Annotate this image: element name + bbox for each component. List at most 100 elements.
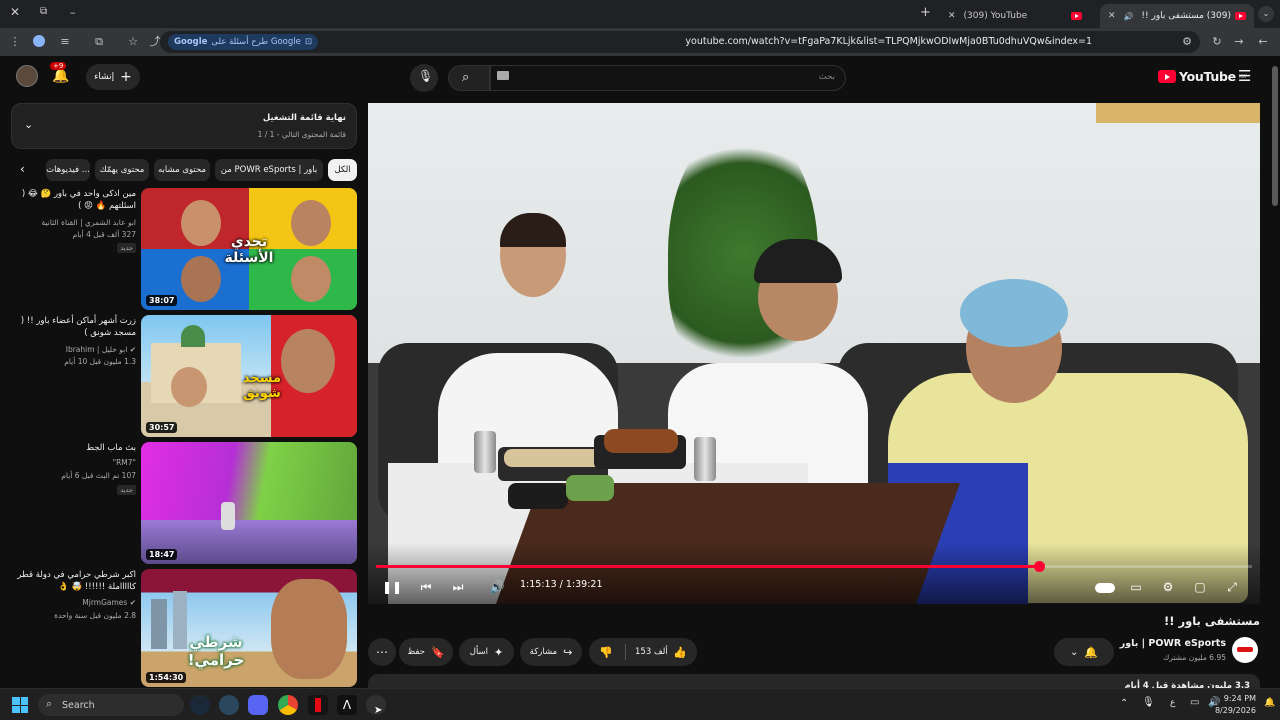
tab-search-button[interactable]: ⌄: [1258, 6, 1274, 22]
hamburger-menu-icon[interactable]: ☰: [1238, 67, 1251, 85]
verified-icon: ✔: [127, 345, 136, 354]
related-video-item[interactable]: تحدي الأسئلة 38:07 مين اذكى واحد في باور…: [8, 188, 358, 310]
related-video-item[interactable]: 18:47 بث ماب الجط "RM7" 107 تم البث قبل …: [8, 442, 358, 564]
netflix-icon[interactable]: [308, 695, 328, 715]
video-thumbnail[interactable]: تحدي الأسئلة 38:07: [141, 188, 357, 310]
taskbar-search-box[interactable]: ⌕ Search: [38, 694, 184, 716]
like-count[interactable]: 153 ألف: [635, 647, 668, 657]
related-video-item[interactable]: مسجد شونق 30:57 زرت أشهر أماكن أعضاء باو…: [8, 315, 358, 437]
taskbar-clock[interactable]: 9:24 PM 8/29/2026: [1215, 693, 1256, 717]
tray-overflow-icon[interactable]: ⌃: [1120, 698, 1128, 709]
subscribed-button[interactable]: ⌄ 🔔: [1054, 638, 1114, 666]
notifications-button[interactable]: 🔔 +9: [50, 62, 76, 89]
chip-videos[interactable]: فيديوهات ...: [46, 159, 90, 181]
windows-start-icon[interactable]: [12, 697, 28, 713]
ask-google-button[interactable]: Google طرح أسئلة على Google ⊡: [168, 34, 318, 50]
browser-toolbar: ⋮ ≡ ⧉ ☆ → ← ⤴ Google طرح أسئلة على Googl…: [0, 28, 1280, 56]
address-bar[interactable]: ⤴ Google طرح أسئلة على Google ⊡ youtube.…: [150, 31, 1200, 53]
like-icon[interactable]: 👍: [673, 646, 687, 659]
maximize-button[interactable]: ⧉: [40, 6, 47, 17]
reading-list-icon[interactable]: ≡: [58, 35, 72, 49]
share-page-icon[interactable]: ⤴: [148, 35, 162, 49]
related-video-channel[interactable]: ابو عابد الشمري | القناة الثانية: [11, 218, 136, 227]
theater-mode-icon[interactable]: ▢: [1192, 578, 1208, 596]
more-actions-button[interactable]: ⋯: [368, 638, 396, 666]
discord-icon[interactable]: [248, 695, 268, 715]
close-icon[interactable]: ✕: [1108, 11, 1116, 21]
related-video-channel[interactable]: ✔ MjrmGames: [11, 598, 136, 607]
tab-youtube-video[interactable]: ✕ 🔊 (309) مستشفى باور !! - YouTube: [1100, 4, 1254, 28]
settings-gear-icon[interactable]: ⚙: [1160, 578, 1176, 596]
autoplay-toggle[interactable]: [1094, 578, 1116, 596]
url-text[interactable]: youtube.com/watch?v=tFgaPa7KLjk&list=TLP…: [685, 36, 1092, 47]
back-icon[interactable]: ←: [1256, 35, 1270, 49]
related-video-title[interactable]: بث ماب الجط: [11, 442, 136, 454]
menu-kebab-icon[interactable]: ⋮: [8, 35, 22, 49]
create-label: إنشاء: [94, 72, 115, 82]
video-duration: 38:07: [146, 295, 178, 306]
channel-logo-icon: [1237, 647, 1253, 652]
microphone-tray-icon[interactable]: 🎙: [1142, 697, 1155, 708]
dislike-button[interactable]: 👎: [599, 646, 613, 659]
channel-avatar[interactable]: [1232, 637, 1258, 663]
share-button[interactable]: مشاركة ↪: [520, 638, 582, 666]
playlist-subtitle: قائمة المحتوى التالي - 1 / 1: [257, 130, 346, 139]
voice-search-button[interactable]: 🎙: [410, 64, 438, 92]
chrome-icon[interactable]: [278, 695, 298, 715]
monitor-icon[interactable]: ▭: [1190, 697, 1199, 708]
extensions-icon[interactable]: ⧉: [92, 35, 106, 49]
related-video-channel[interactable]: "RM7": [11, 458, 136, 467]
related-video-title[interactable]: زرت أشهر أماكن أعضاء باور !! ( مسجد شونق…: [11, 315, 136, 339]
thumbnail-caption: تحدي الأسئلة: [224, 234, 274, 266]
keyboard-icon[interactable]: [497, 71, 509, 80]
video-thumbnail[interactable]: مسجد شونق 30:57: [141, 315, 357, 437]
chip-all[interactable]: الكل: [328, 159, 357, 181]
chips-scroll-left-icon[interactable]: ‹: [20, 162, 25, 176]
search-input[interactable]: بحث: [490, 65, 846, 91]
youtube-logo[interactable]: YouTube KW: [1158, 69, 1247, 84]
forward-icon[interactable]: →: [1232, 35, 1246, 49]
new-tab-button[interactable]: +: [920, 5, 931, 20]
verified-icon: ✔: [127, 598, 136, 607]
captions-icon[interactable]: ▭: [1128, 578, 1144, 596]
input-language[interactable]: ع: [1170, 698, 1175, 708]
close-icon[interactable]: ✕: [948, 11, 956, 21]
minimize-button[interactable]: –: [70, 6, 76, 19]
pause-icon[interactable]: ❚❚: [382, 578, 402, 596]
chip-from-channel[interactable]: من POWR eSports | باور: [215, 159, 323, 181]
ask-button[interactable]: اسأل ✦: [459, 638, 514, 666]
steam-icon[interactable]: [190, 695, 210, 715]
previous-icon[interactable]: ⏮: [418, 578, 434, 596]
video-thumbnail[interactable]: شرطي حرامي! 1:54:30: [141, 569, 357, 687]
related-video-title[interactable]: مين اذكى واحد في باور 🤔 😂 ( اسئلتهم 🔥 😡 …: [11, 188, 136, 212]
account-avatar[interactable]: [16, 65, 38, 87]
volume-icon[interactable]: 🔊: [488, 578, 506, 596]
site-settings-icon[interactable]: ⚙: [1180, 35, 1194, 49]
progress-bar[interactable]: [376, 561, 1252, 572]
chip-related[interactable]: محتوى مشابه: [154, 159, 210, 181]
profile-avatar-icon[interactable]: [32, 35, 46, 49]
page-scrollbar[interactable]: [1270, 56, 1280, 688]
save-button[interactable]: حفظ 🔖: [399, 638, 453, 666]
video-thumbnail[interactable]: 18:47: [141, 442, 357, 564]
bookmark-star-icon[interactable]: ☆: [126, 35, 140, 49]
tab-youtube-home[interactable]: ✕ (309) YouTube: [940, 4, 1090, 28]
related-video-channel[interactable]: ✔ ابو خليل | Ibrahim: [11, 345, 136, 354]
playlist-panel[interactable]: ⌄ نهاية قائمة التشغيل قائمة المحتوى التا…: [11, 103, 357, 149]
steam-alt-icon[interactable]: [219, 695, 239, 715]
reload-icon[interactable]: ↻: [1210, 35, 1224, 49]
close-window-button[interactable]: ✕: [10, 5, 20, 19]
scrollbar-thumb[interactable]: [1272, 66, 1278, 206]
channel-name[interactable]: POWR eSports | باور: [1104, 638, 1226, 649]
notification-bell-icon[interactable]: 🔔: [1264, 698, 1275, 708]
chip-recommended[interactable]: محتوى يهمّك: [95, 159, 149, 181]
chevron-down-icon[interactable]: ⌄: [24, 118, 33, 131]
video-player[interactable]: ❚❚ ⏮ ⏭ 🔊 1:15:13 / 1:39:21 ▭ ⚙ ▢ ⤢: [368, 103, 1260, 604]
next-icon[interactable]: ⏭: [450, 578, 466, 596]
app-a-icon[interactable]: Λ: [337, 695, 357, 715]
search-button[interactable]: ⌕: [448, 65, 490, 91]
create-button[interactable]: إنشاء +: [86, 64, 140, 90]
related-video-item[interactable]: شرطي حرامي! 1:54:30 اكبر شرطي حرامي في د…: [8, 569, 358, 687]
fullscreen-icon[interactable]: ⤢: [1224, 578, 1240, 596]
related-video-title[interactable]: اكبر شرطي حرامي في دولة قطر كاااااملة !!…: [11, 569, 136, 593]
